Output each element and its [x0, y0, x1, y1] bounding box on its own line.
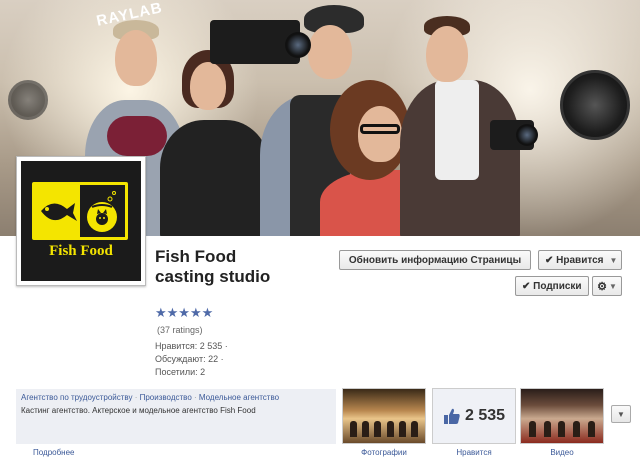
fish-food-logo: Fish Food [21, 161, 141, 281]
rating-stars[interactable]: ★★★★★ [155, 305, 213, 321]
visits-stat: Посетили: 2 [155, 367, 206, 377]
like-button[interactable]: ✔ Нравится ▼ [538, 250, 622, 270]
about-section: Агентство по трудоустройству · Производс… [16, 389, 336, 444]
camera-lens [285, 32, 311, 58]
caret-down-icon: ▼ [609, 255, 618, 265]
subscriptions-label: ✔ Подписки [522, 280, 582, 292]
profile-picture[interactable]: Fish Food [16, 156, 146, 286]
chevron-down-icon: ▼ [617, 409, 625, 419]
page-stats: Нравится: 2 535 · Обсуждают: 22 · Посети… [155, 340, 228, 379]
page-description: Кастинг агентство. Актерское и модельное… [21, 406, 256, 415]
video-thumbnail [525, 421, 599, 439]
thumbs-up-icon [443, 408, 460, 424]
likes-stat: Нравится: 2 535 · [155, 341, 228, 351]
video-tile-label[interactable]: Видео [520, 448, 604, 457]
logo-frame [32, 182, 128, 240]
likes-tile[interactable]: 2 535 [432, 388, 516, 444]
studio-lamp [8, 80, 48, 120]
logo-text: Fish Food [49, 243, 113, 259]
update-page-info-button[interactable]: Обновить информацию Страницы [339, 250, 531, 270]
photos-tile-label[interactable]: Фотографии [342, 448, 426, 457]
subscriptions-button[interactable]: ✔ Подписки [515, 276, 589, 296]
cat-bowl-icon [80, 185, 125, 237]
expand-apps-button[interactable]: ▼ [611, 405, 631, 423]
video-tile[interactable] [520, 388, 604, 444]
category-link[interactable]: Производство [140, 393, 192, 402]
caret-down-icon: ▼ [608, 281, 617, 291]
update-page-info-label: Обновить информацию Страницы [348, 254, 522, 266]
more-link[interactable]: Подробнее [33, 448, 75, 457]
ratings-count[interactable]: (37 ratings) [157, 325, 203, 335]
cover-person [150, 50, 270, 236]
category-link[interactable]: Модельное агентство [199, 393, 279, 402]
gear-icon: ⚙ [597, 280, 607, 293]
talking-about-stat: Обсуждают: 22 · [155, 354, 224, 364]
page-title[interactable]: Fish Food casting studio [155, 247, 295, 287]
fish-icon [35, 185, 80, 237]
photos-tile[interactable] [342, 388, 426, 444]
camera-lens [516, 124, 538, 146]
photo-thumbnail [347, 421, 421, 439]
likes-tile-label[interactable]: Нравится [432, 448, 516, 457]
category-link[interactable]: Агентство по трудоустройству [21, 393, 132, 402]
likes-count: 2 535 [464, 407, 506, 424]
settings-button[interactable]: ⚙ ▼ [592, 276, 622, 296]
studio-lamp [560, 70, 630, 140]
category-links: Агентство по трудоустройству · Производс… [21, 393, 279, 402]
like-label: ✔ Нравится [545, 254, 604, 266]
